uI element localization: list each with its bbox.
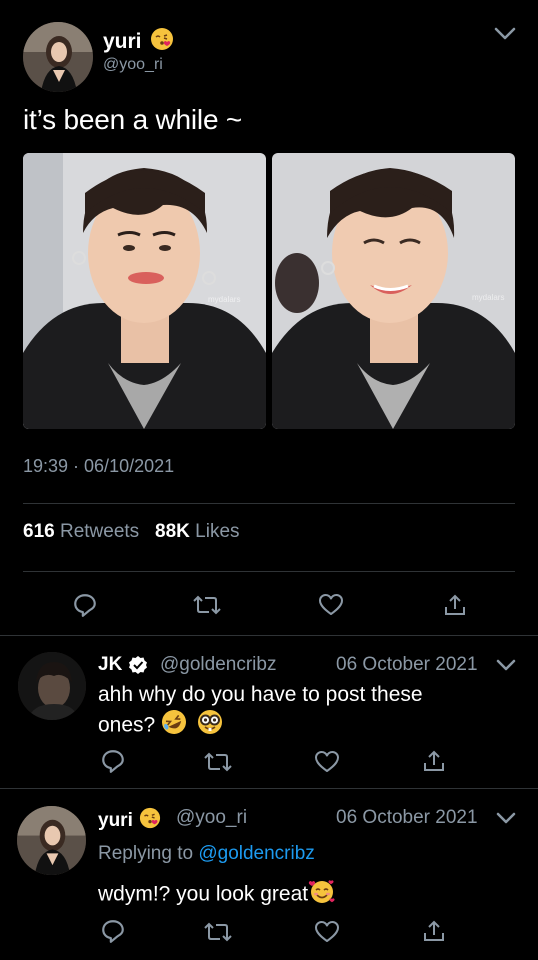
divider — [23, 503, 515, 504]
reply-author-name: yuri — [98, 810, 133, 831]
avatar-photo — [18, 652, 86, 720]
tweet-photo-2[interactable]: mydalars — [272, 153, 515, 429]
divider — [0, 635, 538, 636]
replying-to: Replying to @goldencribz — [98, 843, 315, 864]
author-name: yuri — [103, 30, 142, 53]
verified-badge-icon — [129, 656, 148, 674]
heart-icon — [315, 921, 339, 942]
likes-stat[interactable]: 88K Likes — [155, 521, 240, 542]
author-avatar[interactable] — [23, 22, 93, 92]
photo-watermark: mydalars — [208, 295, 241, 304]
heart-icon — [319, 594, 343, 615]
replying-to-link[interactable]: @goldencribz — [198, 843, 314, 864]
retweet-icon — [204, 922, 232, 942]
reply-author-name-row[interactable]: yuri — [98, 807, 161, 835]
reply-author-name-row[interactable]: JK — [98, 654, 148, 676]
tweet-timestamp[interactable]: 19:39 · 06/10/2021 — [23, 456, 174, 477]
share-icon — [424, 920, 444, 941]
author-name-row[interactable]: yuri — [103, 27, 174, 57]
avatar-photo — [17, 806, 86, 875]
retweet-icon — [204, 752, 232, 772]
photo-watermark: mydalars — [472, 293, 505, 302]
like-button[interactable] — [316, 590, 346, 620]
kiss-emoji-icon — [139, 807, 161, 835]
reply-author-avatar[interactable] — [17, 806, 86, 875]
share-icon — [424, 750, 444, 771]
retweet-button[interactable] — [203, 918, 233, 946]
like-button[interactable] — [312, 748, 342, 776]
reply-button[interactable] — [99, 747, 127, 775]
rofl-emoji-icon — [161, 709, 187, 743]
tweet-photo-1[interactable]: mydalars — [23, 153, 266, 429]
kiss-emoji-icon — [150, 27, 174, 57]
reply-date: 06 October 2021 — [336, 654, 478, 675]
reply-text: wdym!? you look great — [98, 877, 336, 913]
chevron-down-icon[interactable] — [493, 24, 517, 42]
share-icon — [445, 594, 465, 615]
reply-author-name: JK — [98, 654, 123, 675]
share-button[interactable] — [420, 917, 448, 945]
divider — [0, 788, 538, 789]
smiling-hearts-emoji-icon — [308, 877, 336, 913]
chevron-down-icon[interactable] — [496, 810, 516, 826]
reply-text: ahh why do you have to post these ones? — [98, 681, 518, 743]
avatar-photo — [23, 22, 93, 92]
reply-button[interactable] — [70, 590, 100, 620]
reply-icon — [102, 920, 124, 943]
reply-icon — [74, 594, 96, 617]
reply-date: 06 October 2021 — [336, 807, 478, 828]
retweet-button[interactable] — [192, 590, 222, 620]
reply-author-handle[interactable]: @yoo_ri — [176, 807, 247, 829]
share-button[interactable] — [420, 747, 448, 775]
divider — [23, 571, 515, 572]
tweet-text: it’s been a while ~ — [23, 104, 243, 135]
retweet-icon — [193, 595, 221, 615]
retweet-button[interactable] — [203, 748, 233, 776]
like-button[interactable] — [312, 918, 342, 946]
share-button[interactable] — [440, 590, 470, 620]
reply-icon — [102, 750, 124, 773]
heart-icon — [315, 751, 339, 772]
retweets-stat[interactable]: 616 Retweets — [23, 521, 139, 542]
reply-author-handle[interactable]: @goldencribz — [160, 654, 276, 676]
tweet-stats: 616 Retweets 88K Likes — [23, 521, 240, 543]
author-handle[interactable]: @yoo_ri — [103, 56, 163, 74]
reply-author-avatar[interactable] — [18, 652, 86, 720]
nerd-emoji-icon — [197, 709, 223, 743]
chevron-down-icon[interactable] — [496, 657, 516, 673]
reply-button[interactable] — [99, 917, 127, 945]
